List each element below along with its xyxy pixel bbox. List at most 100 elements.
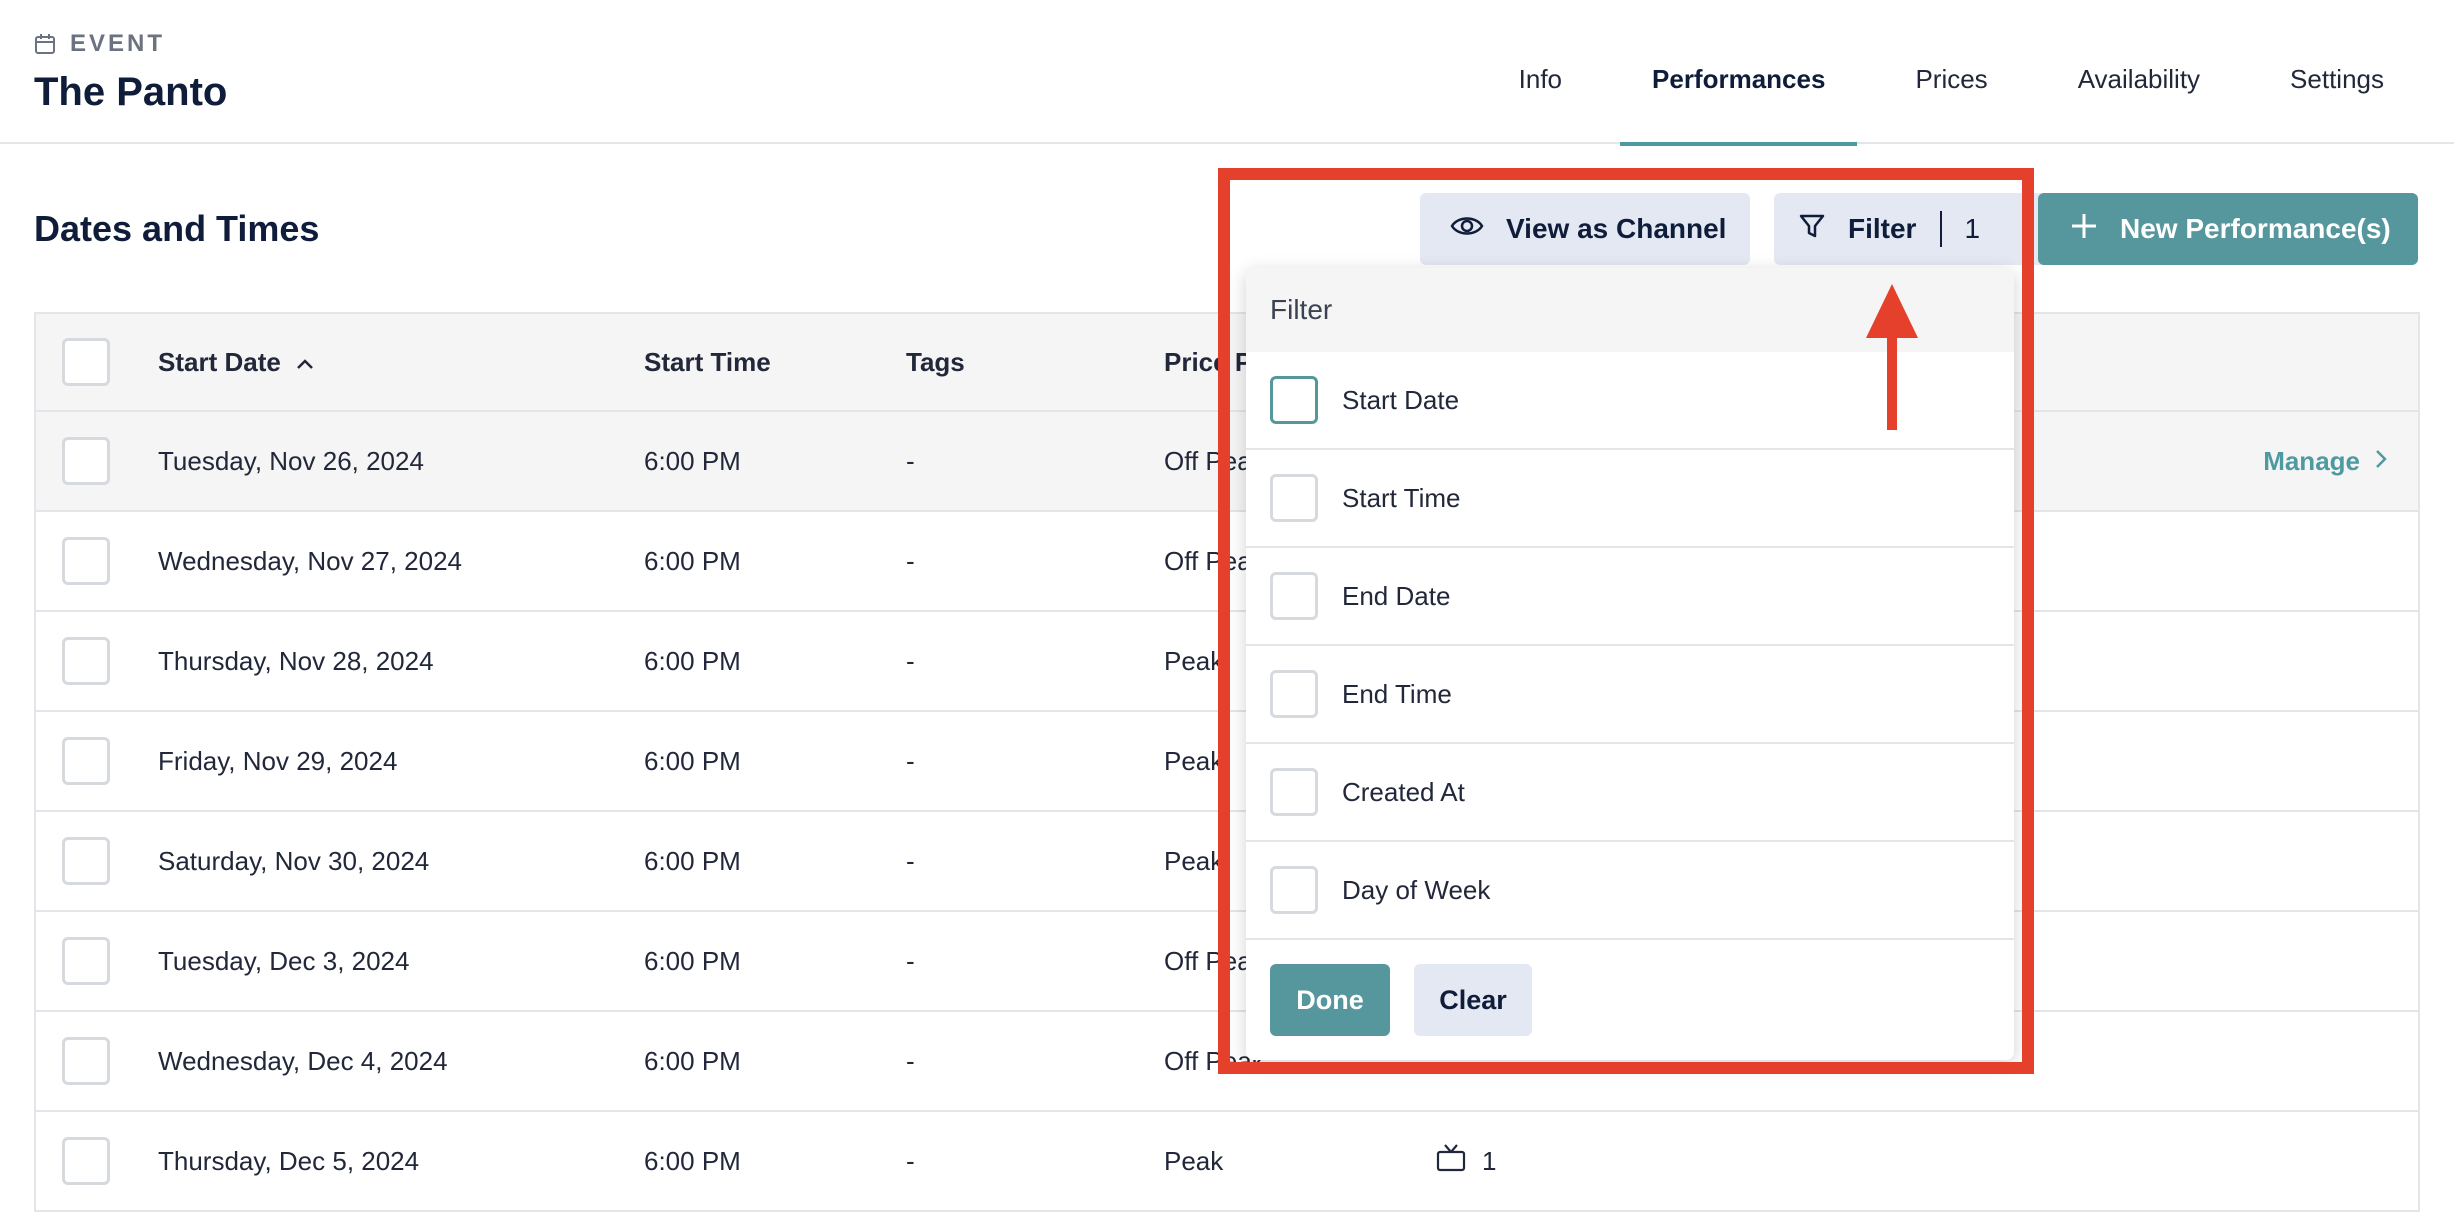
- row-start-date: Friday, Nov 29, 2024: [158, 745, 398, 776]
- row-checkbox[interactable]: [62, 737, 110, 785]
- row-price: Off Pea: [1164, 545, 1252, 576]
- select-all-checkbox[interactable]: [62, 338, 110, 386]
- row-checkbox[interactable]: [62, 837, 110, 885]
- tv-icon: [1436, 1143, 1466, 1179]
- table-row[interactable]: Tuesday, Dec 3, 2024 6:00 PM - Off Pea: [36, 912, 2418, 1012]
- table-row[interactable]: Thursday, Dec 5, 2024 6:00 PM - Peak 1: [36, 1112, 2418, 1212]
- filter-option-start-time[interactable]: Start Time: [1246, 450, 2014, 548]
- filter-separator: [1940, 211, 1943, 247]
- clear-button[interactable]: Clear: [1414, 964, 1532, 1036]
- row-start-date: Tuesday, Nov 26, 2024: [158, 445, 424, 476]
- event-title: The Panto: [34, 70, 228, 114]
- row-tags: -: [906, 1045, 915, 1076]
- row-checkbox[interactable]: [62, 937, 110, 985]
- row-price: Peak: [1164, 645, 1224, 676]
- row-tags: -: [906, 545, 915, 576]
- filter-checkbox[interactable]: [1270, 572, 1318, 620]
- row-tags: -: [906, 1145, 915, 1176]
- filter-popup-title: Filter: [1246, 268, 2014, 352]
- row-start-time: 6:00 PM: [644, 945, 741, 976]
- manage-label: Manage: [2263, 445, 2360, 476]
- table-row[interactable]: Thursday, Nov 28, 2024 6:00 PM - Peak: [36, 612, 2418, 712]
- filter-option-start-date[interactable]: Start Date: [1246, 352, 2014, 450]
- row-start-time: 6:00 PM: [644, 1045, 741, 1076]
- table-row[interactable]: Friday, Nov 29, 2024 6:00 PM - Peak: [36, 712, 2418, 812]
- filter-option-day-of-week[interactable]: Day of Week: [1246, 842, 2014, 940]
- table-row[interactable]: Wednesday, Nov 27, 2024 6:00 PM - Off Pe…: [36, 512, 2418, 612]
- filter-checkbox[interactable]: [1270, 768, 1318, 816]
- tab-settings[interactable]: Settings: [2290, 0, 2384, 144]
- section-title: Dates and Times: [34, 208, 320, 249]
- tab-performances[interactable]: Performances: [1619, 0, 1858, 146]
- table-row[interactable]: Saturday, Nov 30, 2024 6:00 PM - Peak: [36, 812, 2418, 912]
- row-price: Off Pea: [1164, 945, 1252, 976]
- done-button[interactable]: Done: [1270, 964, 1390, 1036]
- row-start-time: 6:00 PM: [644, 845, 741, 876]
- filter-option-label: Start Time: [1342, 482, 1461, 513]
- manage-link[interactable]: Manage: [2263, 412, 2388, 510]
- row-start-date: Thursday, Dec 5, 2024: [158, 1145, 420, 1176]
- table-row[interactable]: Tuesday, Nov 26, 2024 6:00 PM - Off Peak…: [36, 412, 2418, 512]
- column-tags[interactable]: Tags: [906, 314, 965, 410]
- row-price: Peak: [1164, 1145, 1224, 1176]
- row-start-time: 6:00 PM: [644, 645, 741, 676]
- tab-info[interactable]: Info: [1519, 0, 1562, 144]
- row-start-time: 6:00 PM: [644, 1145, 741, 1176]
- filter-option-label: End Time: [1342, 678, 1452, 709]
- row-start-date: Wednesday, Nov 27, 2024: [158, 545, 463, 576]
- calendar-icon: [34, 33, 56, 55]
- filter-checkbox[interactable]: [1270, 376, 1318, 424]
- row-tags: -: [906, 645, 915, 676]
- row-tags: -: [906, 845, 915, 876]
- filter-option-label: Day of Week: [1342, 874, 1491, 905]
- new-performance-button[interactable]: New Performance(s): [2038, 193, 2418, 265]
- event-eyebrow: EVENT: [34, 30, 165, 58]
- filter-checkbox[interactable]: [1270, 866, 1318, 914]
- filter-option-label: Start Date: [1342, 384, 1460, 415]
- plus-icon: [2070, 212, 2098, 247]
- filter-option-end-date[interactable]: End Date: [1246, 548, 2014, 646]
- filter-option-label: End Date: [1342, 580, 1451, 611]
- channel-count: 1: [1482, 1145, 1497, 1176]
- filter-icon: [1798, 212, 1826, 247]
- row-checkbox[interactable]: [62, 437, 110, 485]
- table-row[interactable]: Wednesday, Dec 4, 2024 6:00 PM - Off Pea…: [36, 1012, 2418, 1112]
- column-price[interactable]: Price P: [1164, 314, 1252, 410]
- column-start-time[interactable]: Start Time: [644, 314, 771, 410]
- row-start-time: 6:00 PM: [644, 545, 741, 576]
- tab-bar: Info Performances Prices Availability Se…: [1519, 0, 2454, 146]
- filter-checkbox[interactable]: [1270, 474, 1318, 522]
- filter-option-created-at[interactable]: Created At: [1246, 744, 2014, 842]
- row-start-time: 6:00 PM: [644, 445, 741, 476]
- row-start-date: Saturday, Nov 30, 2024: [158, 845, 430, 876]
- chevron-right-icon: [2374, 446, 2388, 477]
- row-start-date: Thursday, Nov 28, 2024: [158, 645, 434, 676]
- row-start-date: Wednesday, Dec 4, 2024: [158, 1045, 448, 1076]
- new-performance-label: New Performance(s): [2120, 213, 2391, 244]
- filter-popup: Filter Start Date Start Time End Date En…: [1246, 268, 2014, 1060]
- row-checkbox[interactable]: [62, 1137, 110, 1185]
- row-price: Peak: [1164, 845, 1224, 876]
- view-as-channel-button[interactable]: View as Channel: [1420, 193, 1750, 265]
- view-as-channel-label: View as Channel: [1506, 213, 1727, 244]
- row-checkbox[interactable]: [62, 637, 110, 685]
- filter-count: 1: [1964, 213, 1981, 244]
- filter-popup-actions: Done Clear: [1270, 964, 1532, 1036]
- column-start-date-label: Start Date: [158, 346, 281, 377]
- row-start-date: Tuesday, Dec 3, 2024: [158, 945, 410, 976]
- tab-prices[interactable]: Prices: [1915, 0, 1987, 144]
- row-checkbox[interactable]: [62, 1037, 110, 1085]
- filter-option-label: Created At: [1342, 776, 1465, 807]
- filter-button[interactable]: Filter 1: [1774, 193, 2058, 265]
- filter-label: Filter: [1848, 213, 1917, 244]
- tab-availability[interactable]: Availability: [2078, 0, 2200, 144]
- filter-checkbox[interactable]: [1270, 670, 1318, 718]
- row-checkbox[interactable]: [62, 537, 110, 585]
- eyebrow-label: EVENT: [70, 30, 166, 57]
- column-start-date[interactable]: Start Date: [158, 314, 315, 410]
- row-start-time: 6:00 PM: [644, 745, 741, 776]
- row-tags: -: [906, 945, 915, 976]
- filter-option-end-time[interactable]: End Time: [1246, 646, 2014, 744]
- row-price: Peak: [1164, 745, 1224, 776]
- performances-table: Start Date Start Time Tags Price P Tuesd…: [34, 312, 2420, 1212]
